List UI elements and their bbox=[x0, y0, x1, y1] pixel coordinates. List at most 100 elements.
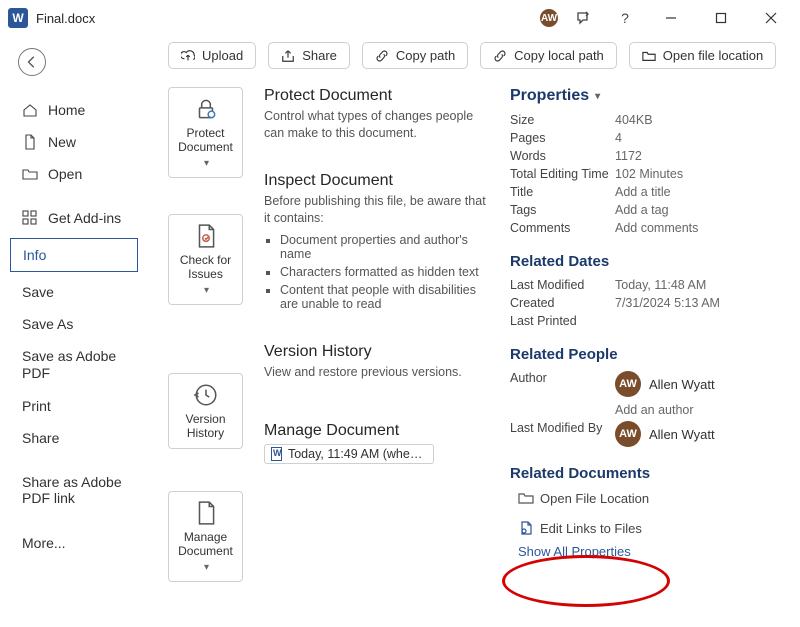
add-title[interactable]: Add a title bbox=[615, 185, 671, 199]
sidebar-label: Share bbox=[22, 430, 59, 446]
title-bar: W Final.docx AW ? bbox=[0, 0, 800, 36]
sidebar-label: Open bbox=[48, 166, 82, 182]
folder-icon bbox=[642, 49, 656, 63]
properties-column: Properties▾ Size404KB Pages4 Words1172 T… bbox=[510, 87, 788, 582]
prop-label: Title bbox=[510, 185, 615, 199]
modified-by-name: Allen Wyatt bbox=[649, 427, 715, 442]
sidebar-item-save-as[interactable]: Save As bbox=[0, 308, 148, 340]
bullet: Content that people with disabilities ar… bbox=[280, 283, 494, 311]
word-app-icon: W bbox=[8, 8, 28, 28]
prop-value: 102 Minutes bbox=[615, 167, 683, 181]
bullet: Document properties and author's name bbox=[280, 233, 494, 261]
inspect-icon bbox=[193, 223, 219, 249]
open-file-location-link[interactable]: Open File Location bbox=[518, 490, 788, 506]
show-all-properties-link[interactable]: Show All Properties bbox=[518, 544, 788, 559]
sidebar-item-share[interactable]: Share bbox=[0, 422, 148, 454]
section-title: Manage Document bbox=[264, 422, 494, 440]
version-section: Version History View and restore previou… bbox=[264, 343, 494, 381]
author-label: Author bbox=[510, 371, 615, 385]
upload-icon bbox=[181, 49, 195, 63]
sidebar-item-info[interactable]: Info bbox=[10, 238, 138, 272]
help-icon[interactable]: ? bbox=[608, 4, 642, 32]
copy-path-button[interactable]: Copy path bbox=[362, 42, 468, 69]
sidebar-item-save-adobe[interactable]: Save as Adobe PDF bbox=[0, 340, 148, 390]
folder-icon bbox=[518, 490, 534, 506]
upload-button[interactable]: Upload bbox=[168, 42, 256, 69]
prop-label: Created bbox=[510, 296, 615, 310]
section-text: Control what types of changes people can… bbox=[264, 108, 494, 142]
manage-document-tile[interactable]: Manage Document▾ bbox=[168, 491, 243, 582]
related-dates-header: Related Dates bbox=[510, 253, 788, 270]
document-icon bbox=[193, 500, 219, 526]
document-icon bbox=[22, 134, 38, 150]
share-button[interactable]: Share bbox=[268, 42, 350, 69]
history-icon bbox=[193, 382, 219, 408]
prop-label: Pages bbox=[510, 131, 615, 145]
action-label: Open file location bbox=[663, 48, 763, 63]
section-title: Inspect Document bbox=[264, 172, 494, 190]
user-avatar[interactable]: AW bbox=[540, 9, 558, 27]
open-file-location-button[interactable]: Open file location bbox=[629, 42, 776, 69]
prop-value: 7/31/2024 5:13 AM bbox=[615, 296, 720, 310]
sidebar-item-new[interactable]: New bbox=[0, 126, 148, 158]
share-icon bbox=[281, 49, 295, 63]
info-panel: Upload Share Copy path Copy local path O… bbox=[148, 36, 800, 627]
sidebar-item-open[interactable]: Open bbox=[0, 158, 148, 190]
protect-document-tile[interactable]: Protect Document▾ bbox=[168, 87, 243, 178]
copy-local-path-button[interactable]: Copy local path bbox=[480, 42, 617, 69]
action-label: Copy path bbox=[396, 48, 455, 63]
link-icon bbox=[375, 49, 389, 63]
sidebar-item-save[interactable]: Save bbox=[0, 276, 148, 308]
add-comments[interactable]: Add comments bbox=[615, 221, 698, 235]
properties-header[interactable]: Properties▾ bbox=[510, 87, 788, 105]
lock-icon bbox=[193, 96, 219, 122]
prop-value: 1172 bbox=[615, 149, 642, 163]
sidebar-item-home[interactable]: Home bbox=[0, 94, 148, 126]
edit-links-to-files-link[interactable]: Edit Links to Files bbox=[518, 520, 788, 536]
sidebar-label: New bbox=[48, 134, 76, 150]
manage-recent-entry[interactable]: Today, 11:49 AM (when I closed... bbox=[264, 444, 434, 464]
section-title: Version History bbox=[264, 343, 494, 361]
prop-value: Today, 11:48 AM bbox=[615, 278, 706, 292]
sidebar-item-more[interactable]: More... bbox=[0, 527, 148, 559]
modified-by-label: Last Modified By bbox=[510, 421, 615, 435]
sidebar-item-addins[interactable]: Get Add-ins bbox=[0, 202, 148, 234]
home-icon bbox=[22, 102, 38, 118]
document-title: Final.docx bbox=[36, 11, 95, 26]
prop-value: 4 bbox=[615, 131, 622, 145]
prop-label: Total Editing Time bbox=[510, 167, 615, 181]
minimize-button[interactable] bbox=[650, 4, 692, 32]
action-label: Copy local path bbox=[514, 48, 604, 63]
manage-section: Manage Document Today, 11:49 AM (when I … bbox=[264, 422, 494, 464]
sidebar-item-share-adobe-link[interactable]: Share as Adobe PDF link bbox=[0, 466, 148, 516]
close-button[interactable] bbox=[750, 4, 792, 32]
tile-column: Protect Document▾ Check for Issues▾ Vers… bbox=[168, 87, 248, 582]
inspect-bullets: Document properties and author's name Ch… bbox=[264, 233, 494, 311]
restore-button[interactable] bbox=[700, 4, 742, 32]
prop-value: 404KB bbox=[615, 113, 653, 127]
comments-icon[interactable] bbox=[566, 4, 600, 32]
related-people-header: Related People bbox=[510, 346, 788, 363]
inspect-section: Inspect Document Before publishing this … bbox=[264, 172, 494, 315]
sidebar-item-print[interactable]: Print bbox=[0, 390, 148, 422]
manage-entry-text: Today, 11:49 AM (when I closed... bbox=[288, 447, 427, 461]
open-folder-icon bbox=[22, 166, 38, 182]
action-row: Upload Share Copy path Copy local path O… bbox=[168, 42, 788, 69]
word-doc-icon bbox=[271, 447, 282, 461]
add-author[interactable]: Add an author bbox=[615, 403, 694, 417]
sidebar-label: More... bbox=[22, 535, 66, 551]
add-tag[interactable]: Add a tag bbox=[615, 203, 669, 217]
author-name: Allen Wyatt bbox=[649, 377, 715, 392]
sidebar-label: Home bbox=[48, 102, 85, 118]
section-title: Protect Document bbox=[264, 87, 494, 105]
backstage-sidebar: Home New Open Get Add-ins Info Save Save… bbox=[0, 36, 148, 627]
link-icon bbox=[493, 49, 507, 63]
addins-icon bbox=[22, 210, 38, 226]
version-history-tile[interactable]: Version History bbox=[168, 373, 243, 449]
check-issues-tile[interactable]: Check for Issues▾ bbox=[168, 214, 243, 305]
back-button[interactable] bbox=[18, 48, 46, 76]
bullet: Characters formatted as hidden text bbox=[280, 265, 494, 279]
sidebar-label: Get Add-ins bbox=[48, 210, 121, 226]
prop-label: Comments bbox=[510, 221, 615, 235]
sidebar-label: Print bbox=[22, 398, 51, 414]
